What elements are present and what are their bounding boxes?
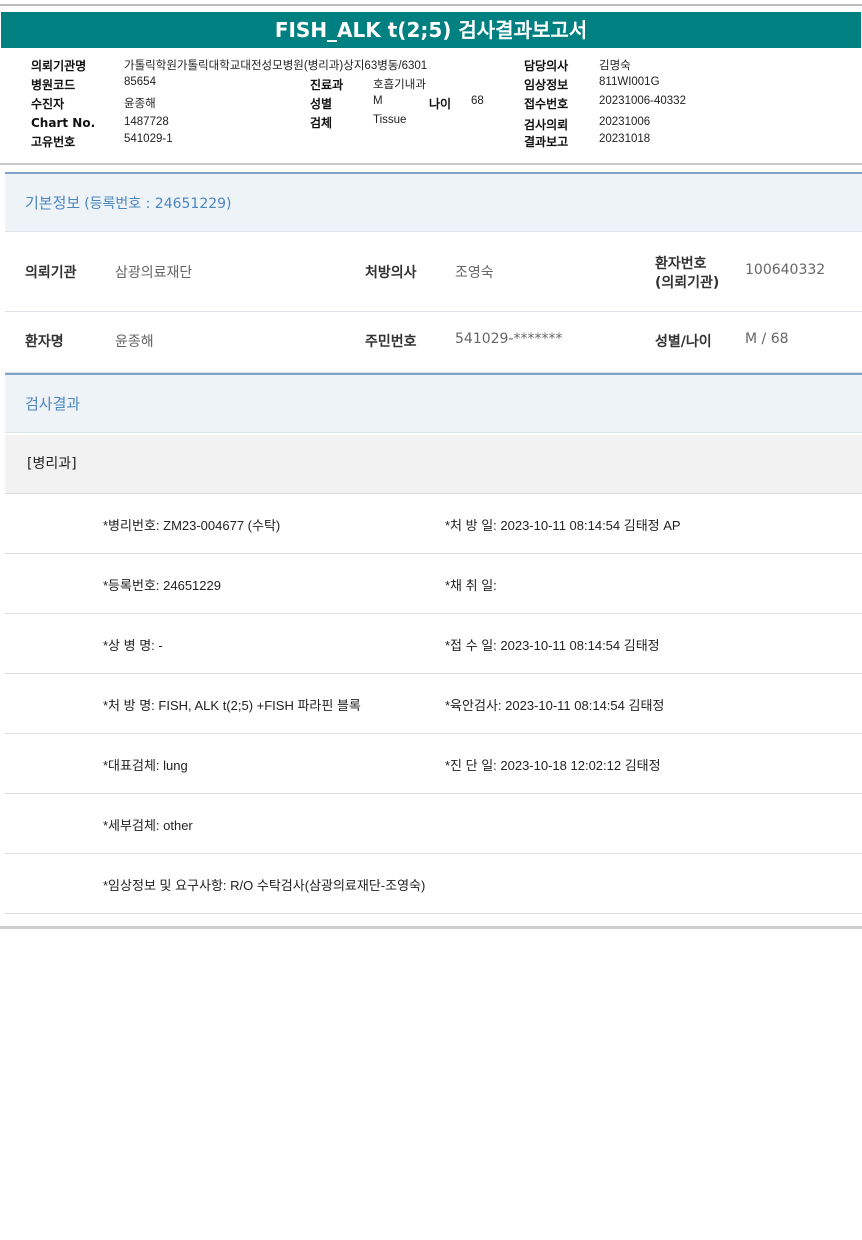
- doctor-value: 김명숙: [599, 60, 631, 72]
- chart-label: Chart No.: [31, 116, 96, 130]
- institution-value: 가톨릭학원가톨릭대학교대전성모병원(병리과)상지63병동/6301: [124, 60, 428, 72]
- specimen-value: Tissue: [373, 114, 407, 126]
- results-title: 검사결과: [25, 395, 81, 413]
- doctor-label: 담당의사: [524, 59, 569, 73]
- result-right: *처 방 일: 2023-10-11 08:14:54 김태정 AP: [445, 518, 681, 533]
- basic-info-row: 의뢰기관 삼광의료재단 처방의사 조영숙 환자번호 (의뢰기관) 1006403…: [5, 233, 862, 312]
- result-left: *대표검체: lung: [103, 758, 188, 773]
- result-row: *대표검체: lung *진 단 일: 2023-10-18 12:02:12 김…: [5, 734, 862, 794]
- basic-info-header: 기본정보 (등록번호 : 24651229): [5, 172, 862, 232]
- pno-value: 100640332: [745, 262, 826, 278]
- result-row: *처 방 명: FISH, ALK t(2;5) +FISH 파라핀 블록 *육안…: [5, 674, 862, 734]
- age-label: 나이: [429, 97, 452, 111]
- result-row: *상 병 명: - *접 수 일: 2023-10-11 08:14:54 김태정: [5, 614, 862, 674]
- request-label: 검사의뢰: [524, 118, 569, 132]
- result-left: *세부검체: other: [103, 818, 193, 833]
- bottom-divider: [0, 926, 862, 929]
- chart-value: 1487728: [124, 116, 169, 128]
- receipt-value: 20231006-40332: [599, 95, 686, 107]
- sex-label: 성별: [310, 97, 333, 111]
- specimen-label: 검체: [310, 116, 333, 130]
- result-right: *진 단 일: 2023-10-18 12:02:12 김태정: [445, 758, 661, 773]
- presc-label: 처방의사: [365, 265, 417, 281]
- age-value: 68: [471, 95, 484, 107]
- request-value: 20231006: [599, 116, 651, 128]
- institution-label: 의뢰기관명: [31, 59, 87, 73]
- sex-value: M: [373, 95, 383, 107]
- result-left: *등록번호: 24651229: [103, 578, 221, 593]
- sexage-value: M / 68: [745, 331, 789, 347]
- report-value: 20231018: [599, 133, 651, 145]
- inst-value: 삼광의료재단: [115, 265, 193, 281]
- name-value: 윤종해: [115, 334, 154, 350]
- unique-label: 고유번호: [31, 135, 76, 149]
- basic-info-subtitle: (등록번호 : 24651229): [84, 196, 232, 212]
- result-row: *세부검체: other: [5, 794, 862, 854]
- top-divider: [0, 4, 862, 6]
- basic-info-row: 환자명 윤종해 주민번호 541029-******* 성별/나이 M / 68: [5, 312, 862, 373]
- result-row: *등록번호: 24651229 *채 취 일:: [5, 554, 862, 614]
- unique-value: 541029-1: [124, 133, 173, 145]
- result-left: *임상정보 및 요구사항: R/O 수탁검사(삼광의료재단-조영숙): [103, 878, 426, 893]
- receipt-label: 접수번호: [524, 97, 569, 111]
- result-row: *병리번호: ZM23-004677 (수탁) *처 방 일: 2023-10-1…: [5, 494, 862, 554]
- patient-label: 수진자: [31, 97, 65, 111]
- result-left: *처 방 명: FISH, ALK t(2;5) +FISH 파라핀 블록: [103, 698, 361, 713]
- report-label: 결과보고: [524, 135, 569, 149]
- hospital-code-label: 병원코드: [31, 78, 76, 92]
- dept-label: 진료과: [310, 78, 344, 92]
- dept-value: 호흡기내과: [373, 79, 426, 91]
- name-label: 환자명: [25, 334, 64, 350]
- rrn-value: 541029-*******: [455, 331, 563, 347]
- result-row: *임상정보 및 요구사항: R/O 수탁검사(삼광의료재단-조영숙): [5, 854, 862, 914]
- pno-label: 환자번호: [655, 256, 707, 272]
- results-header: 검사결과: [5, 373, 862, 433]
- result-right: *채 취 일:: [445, 578, 497, 593]
- rrn-label: 주민번호: [365, 334, 417, 350]
- pno-label-sub: (의뢰기관): [655, 275, 720, 291]
- sexage-label: 성별/나이: [655, 334, 712, 350]
- result-right: *접 수 일: 2023-10-11 08:14:54 김태정: [445, 638, 660, 653]
- result-left: *상 병 명: -: [103, 638, 163, 653]
- basic-info-title: 기본정보: [25, 194, 81, 212]
- results-dept: [병리과]: [5, 435, 862, 494]
- inst-label: 의뢰기관: [25, 265, 77, 281]
- patient-value: 윤종해: [124, 98, 156, 110]
- result-right: *육안검사: 2023-10-11 08:14:54 김태정: [445, 698, 665, 713]
- clinical-value: 811WI001G: [599, 76, 660, 88]
- presc-value: 조영숙: [455, 265, 494, 281]
- result-left: *병리번호: ZM23-004677 (수탁): [103, 518, 281, 533]
- divider: [0, 163, 862, 165]
- clinical-label: 임상정보: [524, 78, 569, 92]
- hospital-code-value: 85654: [124, 76, 156, 88]
- report-title: FISH_ALK t(2;5) 검사결과보고서: [1, 12, 861, 48]
